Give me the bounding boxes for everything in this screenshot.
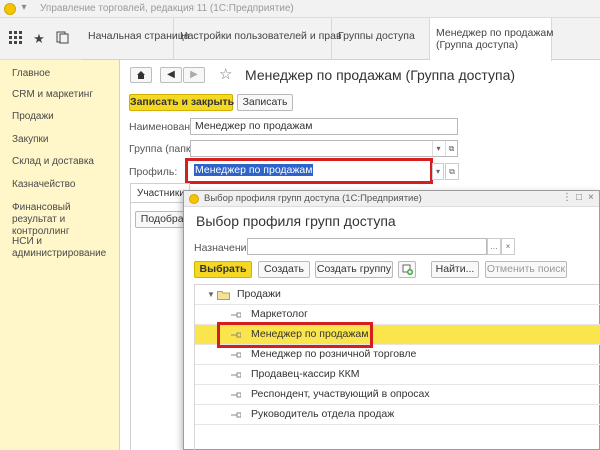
profile-label: Профиль:: [129, 166, 178, 178]
tab-label: Менеджер по продажам: [436, 27, 554, 39]
window-titlebar: ▾ Управление торговлей, редакция 11 (1С:…: [0, 0, 600, 18]
dialog-titlebar: Выбор профиля групп доступа (1С:Предприя…: [184, 191, 599, 207]
tree-item-label: Продавец-кассир ККМ: [251, 368, 360, 380]
tab-access-groups[interactable]: Группы доступа: [332, 18, 430, 60]
save-close-button[interactable]: Записать и закрыть: [129, 94, 234, 111]
sidebar-item-purchases[interactable]: Закупки: [12, 134, 116, 146]
menu-chevron-icon[interactable]: ▾: [18, 2, 30, 14]
profile-highlight-frame: [185, 158, 433, 184]
profile-item-icon: [231, 352, 241, 358]
profile-item-icon: [231, 312, 241, 318]
group-field[interactable]: ▾ ⧉: [190, 140, 458, 157]
clear-icon[interactable]: ×: [501, 238, 515, 255]
sidebar-item-crm[interactable]: CRM и маркетинг: [12, 89, 116, 101]
tab-label: Настройки пользователей и прав: [180, 30, 342, 42]
sidebar-item-sales[interactable]: Продажи: [12, 111, 116, 123]
cancel-search-button[interactable]: Отменить поиск: [485, 261, 567, 278]
toolstrip: ★: [0, 18, 82, 60]
close-icon[interactable]: ×: [588, 192, 594, 203]
profile-tree: ▼ Продажи Маркетолог Менеджер по продажа…: [194, 284, 600, 450]
sidebar-item-warehouse[interactable]: Склад и доставка: [12, 156, 116, 168]
tree-group-label: Продажи: [237, 288, 281, 300]
dropdown-icon[interactable]: ▾: [432, 141, 444, 156]
tree-group-row[interactable]: ▼ Продажи: [195, 285, 600, 305]
purpose-field[interactable]: [247, 238, 487, 255]
tree-item-row[interactable]: Руководитель отдела продаж: [195, 405, 600, 425]
sidebar-item-main[interactable]: Главное: [12, 68, 116, 80]
back-arrow-icon: ◀: [167, 69, 175, 80]
ellipsis-icon[interactable]: …: [487, 238, 501, 255]
tab-members[interactable]: Участники гр: [130, 183, 190, 203]
profile-item-icon: [231, 412, 241, 418]
tab-user-settings[interactable]: Настройки пользователей и прав: [174, 18, 342, 60]
sidebar: Главное CRM и маркетинг Продажи Закупки …: [0, 60, 120, 450]
profile-item-icon: [231, 392, 241, 398]
window-title: Управление торговлей, редакция 11 (1С:Пр…: [40, 3, 294, 14]
tree-item-row[interactable]: Продавец-кассир ККМ: [195, 365, 600, 385]
tree-item-label: Руководитель отдела продаж: [251, 408, 395, 420]
tree-item-row[interactable]: Респондент, участвующий в опросах: [195, 385, 600, 405]
more-icon[interactable]: ⋮: [562, 192, 572, 203]
tree-item-label: Респондент, участвующий в опросах: [251, 388, 430, 400]
forward-button[interactable]: ▶: [183, 67, 205, 83]
collapse-icon[interactable]: ▼: [207, 285, 215, 304]
profile-picker-dialog: Выбор профиля групп доступа (1С:Предприя…: [183, 190, 600, 450]
maximize-icon[interactable]: □: [576, 192, 582, 203]
favorite-star-icon[interactable]: ☆: [219, 65, 232, 83]
tree-item-row[interactable]: Менеджер по розничной торговле: [195, 345, 600, 365]
find-button[interactable]: Найти...: [431, 261, 479, 278]
dialog-heading: Выбор профиля групп доступа: [196, 213, 396, 229]
name-field[interactable]: Менеджер по продажам: [190, 118, 458, 135]
dialog-window-title: Выбор профиля групп доступа (1С:Предприя…: [204, 193, 422, 204]
tab-sales-manager[interactable]: Менеджер по продажам (Группа доступа): [430, 18, 554, 61]
folder-icon: [217, 291, 230, 300]
tab-home[interactable]: Начальная страница: [82, 18, 190, 60]
tab-label: (Группа доступа): [436, 39, 519, 51]
select-button[interactable]: Выбрать: [194, 261, 252, 278]
add-copy-icon: [402, 264, 413, 275]
sidebar-item-admin[interactable]: НСИ и администрирование: [12, 236, 116, 260]
profile-item-icon: [231, 372, 241, 378]
sidebar-item-treasury[interactable]: Казначейство: [12, 179, 116, 191]
save-button[interactable]: Записать: [237, 94, 293, 111]
copy-button[interactable]: [398, 261, 416, 278]
open-link-icon[interactable]: ⧉: [445, 141, 457, 156]
forward-arrow-icon: ▶: [190, 69, 198, 80]
open-link-icon[interactable]: ⧉: [445, 163, 459, 180]
dropdown-icon[interactable]: ▾: [432, 163, 444, 180]
app-logo-icon: [189, 194, 199, 204]
sidebar-item-finance[interactable]: Финансовый результат и контроллинг: [12, 202, 116, 238]
create-group-button[interactable]: Создать группу: [315, 261, 393, 278]
home-button[interactable]: [130, 67, 152, 83]
create-button[interactable]: Создать: [258, 261, 310, 278]
tab-label: Группы доступа: [338, 30, 415, 42]
tabs-bar: Начальная страница Настройки пользовател…: [82, 18, 600, 61]
history-icon[interactable]: [54, 31, 70, 47]
app-logo-icon: [4, 3, 16, 15]
tree-item-label: Менеджер по розничной торговле: [251, 348, 417, 360]
star-icon[interactable]: ★: [31, 31, 47, 47]
page-title: Менеджер по продажам (Группа доступа): [245, 67, 516, 83]
apps-grid-icon[interactable]: [7, 31, 23, 47]
back-button[interactable]: ◀: [160, 67, 182, 83]
home-icon: [137, 71, 145, 79]
